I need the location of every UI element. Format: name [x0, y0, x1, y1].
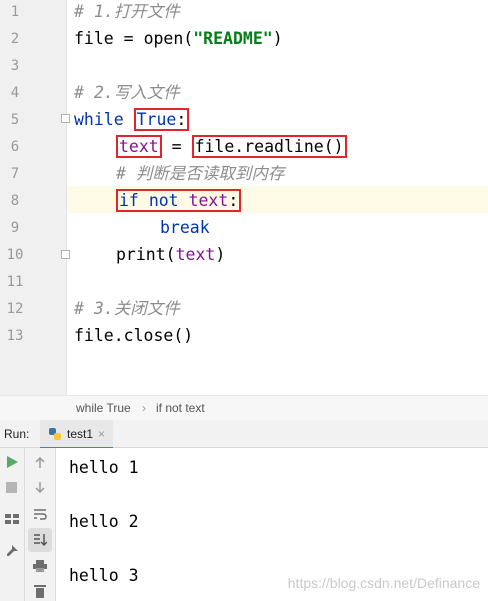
stop-icon[interactable] — [6, 482, 17, 493]
code-token: = — [113, 29, 144, 48]
code-line-4: # 2.写入文件 — [74, 79, 180, 106]
code-line-13: file.close() — [74, 322, 193, 349]
code-token: file.close() — [74, 326, 194, 345]
code-line-2: file = open("README") — [74, 25, 283, 52]
layout-icon[interactable] — [5, 514, 19, 524]
code-line-9: break — [160, 214, 210, 241]
line-number: 11 — [6, 274, 24, 290]
keyword-true: True — [136, 110, 177, 129]
trash-icon[interactable] — [34, 584, 46, 598]
comment: # 2.写入文件 — [74, 83, 180, 102]
run-tab-label: test1 — [67, 426, 94, 441]
highlight-box-true: True: — [133, 108, 190, 131]
code-token: text — [175, 245, 216, 264]
code-token: ) — [272, 29, 283, 48]
highlight-box-if-not: if not text: — [116, 189, 242, 212]
scroll-to-end-button[interactable] — [28, 528, 52, 552]
console-line: hello 1 — [69, 458, 139, 477]
line-number: 4 — [10, 85, 20, 101]
highlight-box-readline: file.readline() — [191, 135, 347, 158]
code-token: = — [161, 137, 192, 156]
console-line: hello 2 — [69, 512, 139, 531]
keyword-if: if — [119, 191, 139, 210]
code-token: ) — [215, 245, 226, 264]
comment: # 1.打开文件 — [74, 2, 180, 21]
line-number: 9 — [10, 220, 20, 236]
run-tab-test1[interactable]: test1 × — [40, 420, 114, 449]
down-arrow-icon[interactable] — [34, 481, 46, 493]
line-number: 6 — [10, 139, 20, 155]
breadcrumb-separator-icon: › — [142, 401, 146, 415]
code-token: text — [188, 191, 229, 210]
comment: # 判断是否读取到内存 — [116, 164, 285, 183]
code-line-1: # 1.打开文件 — [74, 0, 180, 25]
watermark: https://blog.csdn.net/Definance — [287, 575, 480, 591]
code-line-6: text = file.readline() — [116, 133, 347, 160]
keyword-break: break — [160, 218, 210, 237]
code-token: file — [74, 29, 114, 48]
breadcrumb-item[interactable]: while True — [76, 401, 131, 415]
code-editor[interactable]: 1 2 3 4 5 6 7 8 9 10 11 12 13 # 1.打开文件 f… — [0, 0, 488, 395]
run-icon[interactable] — [6, 456, 18, 468]
breadcrumb-item[interactable]: if not text — [156, 401, 205, 415]
code-token: : — [176, 110, 187, 129]
line-number: 12 — [6, 301, 24, 317]
up-arrow-icon[interactable] — [34, 457, 46, 469]
code-token: print( — [116, 245, 176, 264]
fold-end-marker-icon[interactable] — [61, 250, 70, 259]
code-token: open( — [143, 29, 194, 48]
line-number: 8 — [10, 193, 20, 209]
code-token: : — [228, 191, 239, 210]
string-literal: "README" — [193, 29, 273, 48]
code-line-8: if not text: — [116, 187, 242, 214]
soft-wrap-icon[interactable] — [33, 508, 47, 520]
pin-icon[interactable] — [5, 545, 18, 558]
run-tool-window-header: Run: test1 × — [0, 420, 488, 449]
code-line-10: print(text) — [116, 241, 225, 268]
run-toolbar — [0, 448, 25, 601]
highlight-box-text: text — [116, 135, 162, 158]
line-number: 3 — [10, 58, 20, 74]
close-icon[interactable]: × — [98, 427, 105, 441]
line-number: 1 — [10, 4, 20, 20]
run-label: Run: — [4, 427, 30, 441]
code-line-5: while True: — [74, 106, 190, 133]
console-toolbar — [25, 448, 56, 601]
print-icon[interactable] — [33, 560, 47, 572]
keyword-not: not — [148, 191, 179, 210]
python-icon — [49, 427, 61, 440]
code-line-7: # 判断是否读取到内存 — [116, 160, 284, 187]
fold-marker-icon[interactable] — [61, 114, 70, 123]
line-number: 7 — [10, 166, 20, 182]
scroll-to-end-icon — [34, 534, 47, 547]
code-line-12: # 3.关闭文件 — [74, 295, 180, 322]
keyword-while: while — [74, 110, 124, 129]
line-number: 10 — [6, 247, 24, 263]
comment: # 3.关闭文件 — [74, 299, 180, 318]
breadcrumb: while True › if not text — [0, 395, 488, 421]
line-number: 13 — [6, 328, 24, 344]
line-number: 5 — [10, 112, 20, 128]
console-line: hello 3 — [69, 566, 139, 585]
line-number: 2 — [10, 31, 20, 47]
